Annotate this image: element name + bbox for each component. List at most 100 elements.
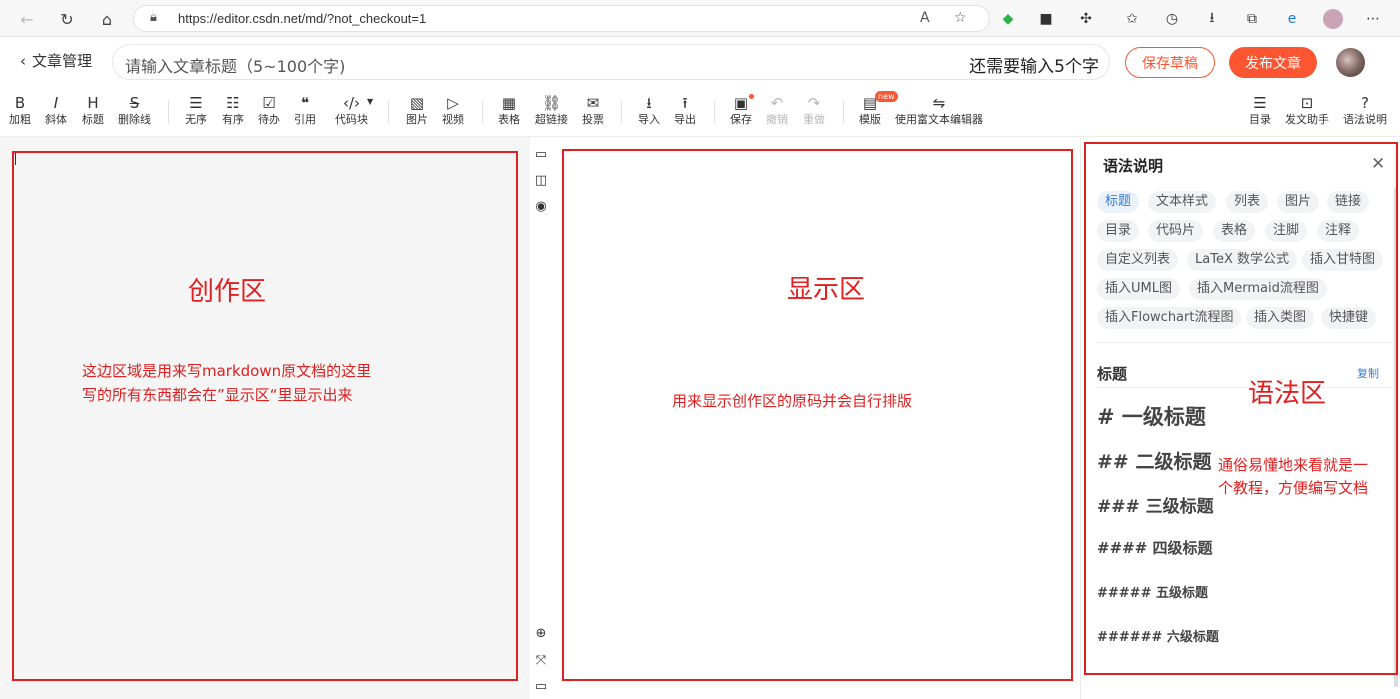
vote-button[interactable]: ✉ 投票 <box>582 93 604 127</box>
screenshot-icon[interactable]: ⧉ <box>1242 9 1262 29</box>
title-char-counter: 还需要输入5个字 <box>969 57 1099 77</box>
back-label: 文章管理 <box>32 52 93 70</box>
bold-icon: B <box>14 94 26 112</box>
bold-button[interactable]: B 加粗 <box>9 93 31 127</box>
profile-avatar-icon[interactable] <box>1323 9 1343 29</box>
tool-label: 导出 <box>674 113 696 126</box>
favorite-star-icon[interactable]: ☆ <box>954 10 967 26</box>
undo-button[interactable]: ↶ 撤销 <box>766 93 788 127</box>
switch-icon: ⇋ <box>932 94 946 112</box>
syntax-annotation-line2: 个教程，方便编写文档 <box>1218 479 1369 497</box>
caret-down-icon[interactable]: ▼ <box>367 97 373 106</box>
assistant-icon: ⊡ <box>1300 94 1314 112</box>
undo-icon: ↶ <box>770 94 784 112</box>
save-draft-button[interactable]: 保存草稿 <box>1125 47 1215 78</box>
strikethrough-button[interactable]: S 删除线 <box>118 93 151 127</box>
redo-icon: ↷ <box>807 94 821 112</box>
back-arrow-icon[interactable]: ← <box>15 7 39 31</box>
toc-button[interactable]: ☰ 目录 <box>1249 93 1271 127</box>
tool-label: 斜体 <box>45 113 67 126</box>
unordered-list-icon: ☰ <box>189 94 203 112</box>
quote-icon: ❝ <box>300 94 310 112</box>
preview-annotation-box <box>562 149 1073 681</box>
toolbar-divider <box>168 100 169 124</box>
browser-toolbar: ← ↻ ⌂ 🔒︎ https://editor.csdn.net/md/?not… <box>0 0 1400 37</box>
redo-button[interactable]: ↷ 重做 <box>803 93 825 127</box>
read-aloud-icon[interactable]: A <box>920 10 930 26</box>
tool-label: 引用 <box>294 113 316 126</box>
editor-annotation-line2: 写的所有东西都会在”显示区“里显示出来 <box>82 386 353 404</box>
favorites-icon[interactable]: ✩ <box>1122 9 1142 29</box>
tool-label: 删除线 <box>118 113 151 126</box>
strikethrough-icon: S <box>129 94 140 112</box>
address-bar[interactable]: 🔒︎ https://editor.csdn.net/md/?not_check… <box>133 5 990 32</box>
tool-label: 表格 <box>498 113 520 126</box>
chevron-left-icon: ‹ <box>20 51 26 70</box>
hyperlink-button[interactable]: ⛓ 超链接 <box>535 93 568 127</box>
video-icon: ▷ <box>447 94 459 112</box>
title-placeholder: 请输入文章标题（5~100个字) <box>125 57 346 76</box>
syntax-help-button[interactable]: ? 语法说明 <box>1343 93 1387 127</box>
heading-button[interactable]: H 标题 <box>82 93 104 127</box>
image-button[interactable]: ▧ 图片 <box>406 93 428 127</box>
template-button[interactable]: new ▤ 模版 <box>859 91 898 127</box>
syntax-annotation-line1: 通俗易懂地来看就是一 <box>1218 456 1369 474</box>
view-switch-column <box>530 137 552 699</box>
unordered-list-button[interactable]: ☰ 无序 <box>185 93 207 127</box>
preview-annotation-title: 显示区 <box>787 275 866 305</box>
video-button[interactable]: ▷ 视频 <box>442 93 464 127</box>
article-management-link[interactable]: ‹ 文章管理 <box>20 50 92 71</box>
todo-button[interactable]: ☑ 待办 <box>258 93 280 127</box>
reload-icon[interactable]: ↻ <box>55 7 79 31</box>
tool-label: 图片 <box>406 113 428 126</box>
tool-label: 视频 <box>442 113 464 126</box>
puzzle-icon[interactable]: ✣ <box>1076 9 1096 29</box>
home-icon[interactable]: ⌂ <box>95 7 119 31</box>
avatar[interactable] <box>1336 48 1365 77</box>
split-view-icon[interactable]: ◫ <box>533 172 549 188</box>
history-icon[interactable]: ◷ <box>1162 9 1182 29</box>
export-icon: ⭱ <box>682 94 688 112</box>
tool-label: 投票 <box>582 113 604 126</box>
extension-app-icon[interactable]: ■ <box>1036 9 1056 29</box>
save-button[interactable]: ▣ 保存 <box>730 93 754 127</box>
editor-toolbar: B 加粗 I 斜体 H 标题 S 删除线 ☰ 无序 ☷ 有序 ☑ 待办 ❝ 引用 ‹/› 代码块 … <box>0 88 1400 137</box>
help-icon: ? <box>1361 94 1369 112</box>
tool-label: 导入 <box>638 113 660 126</box>
rich-text-editor-button[interactable]: ⇋ 使用富文本编辑器 <box>895 93 983 127</box>
code-block-button[interactable]: ‹/› 代码块 <box>335 93 368 127</box>
more-icon[interactable]: ⋯ <box>1363 9 1383 29</box>
toolbar-divider <box>621 100 622 124</box>
tool-label: 目录 <box>1249 113 1271 126</box>
italic-button[interactable]: I 斜体 <box>45 93 67 127</box>
tool-label: 语法说明 <box>1343 113 1387 126</box>
edge-icon[interactable]: e <box>1282 9 1302 29</box>
tool-label: 标题 <box>82 113 104 126</box>
locate-icon[interactable]: ⊕ <box>533 625 549 641</box>
download-icon[interactable]: ⭳ <box>1202 9 1222 29</box>
table-button[interactable]: ▦ 表格 <box>498 93 520 127</box>
code-icon: ‹/› <box>342 94 361 112</box>
import-button[interactable]: ⭳ 导入 <box>638 93 660 127</box>
fullscreen-icon[interactable]: ⤧ <box>533 652 549 668</box>
shield-icon[interactable]: ◆ <box>998 9 1018 29</box>
preview-eye-icon[interactable]: ◉ <box>533 198 549 214</box>
tool-label: 无序 <box>185 113 207 126</box>
preview-annotation-text: 用来显示创作区的原码并会自行排版 <box>672 392 913 410</box>
image-icon: ▧ <box>409 94 425 112</box>
todo-icon: ☑ <box>262 94 276 112</box>
writing-assistant-button[interactable]: ⊡ 发文助手 <box>1285 93 1329 127</box>
article-title-input[interactable]: 请输入文章标题（5~100个字) 还需要输入5个字 <box>112 44 1110 80</box>
tool-label: 使用富文本编辑器 <box>895 113 983 126</box>
heading-icon: H <box>87 94 99 112</box>
quote-button[interactable]: ❝ 引用 <box>294 93 316 127</box>
lock-icon: 🔒︎ <box>150 10 157 25</box>
layout-icon[interactable]: ▭ <box>533 678 549 694</box>
table-icon: ▦ <box>501 94 517 112</box>
syntax-annotation-title: 语法区 <box>1248 379 1327 409</box>
editor-only-view-icon[interactable]: ▭ <box>533 146 549 162</box>
tool-label: 加粗 <box>9 113 31 126</box>
export-button[interactable]: ⭱ 导出 <box>674 93 696 127</box>
publish-button[interactable]: 发布文章 <box>1229 47 1317 78</box>
ordered-list-button[interactable]: ☷ 有序 <box>222 93 244 127</box>
